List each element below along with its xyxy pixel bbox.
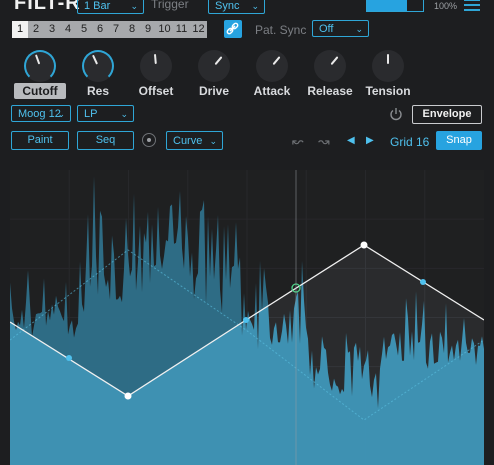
chevron-down-icon: ⌄ — [251, 1, 259, 11]
zoom-value: 100% — [434, 1, 458, 11]
chevron-down-icon: ⌄ — [130, 1, 138, 11]
knob-label: Tension — [365, 84, 411, 98]
filter-type-value: LP — [84, 108, 98, 120]
knob-res[interactable] — [82, 50, 114, 82]
length-value: 1 Bar — [84, 0, 111, 12]
curve-handle — [66, 355, 72, 361]
filter-model-value: Moog 12 — [18, 108, 61, 120]
envelope-button[interactable]: Envelope — [412, 105, 482, 124]
knob-indicator — [387, 54, 389, 64]
pattern-step[interactable]: 5 — [76, 21, 92, 38]
knob-indicator — [272, 56, 281, 66]
chevron-down-icon: ⌄ — [120, 109, 128, 119]
envelope-editor[interactable] — [10, 170, 484, 465]
pattern-step[interactable]: 8 — [124, 21, 140, 38]
chevron-down-icon: ⌄ — [57, 109, 65, 119]
knob-label: Cutoff — [14, 83, 66, 99]
knob-indicator — [153, 53, 157, 65]
pattern-step[interactable]: 2 — [28, 21, 44, 38]
envelope-graph — [10, 170, 484, 465]
knob-indicator — [214, 56, 223, 66]
length-select[interactable]: 1 Bar ⌄ — [77, 0, 144, 14]
pattern-step[interactable]: 9 — [140, 21, 156, 38]
chevron-down-icon: ⌄ — [209, 136, 217, 146]
knob-drive[interactable] — [198, 50, 230, 82]
zoom-slider[interactable] — [366, 0, 424, 12]
seq-button[interactable]: Seq — [77, 131, 134, 150]
curve-value: Curve — [173, 135, 203, 147]
knob-indicator — [92, 54, 99, 65]
pattern-step[interactable]: 11 — [173, 21, 190, 38]
pattern-selector: 1 2 3 4 5 6 7 8 9 10 11 12 — [12, 21, 207, 38]
paint-button[interactable]: Paint — [11, 131, 69, 150]
trigger-value: Sync — [215, 0, 240, 12]
menu-icon[interactable] — [464, 0, 480, 12]
curve-handle — [420, 279, 426, 285]
record-icon[interactable] — [142, 133, 156, 147]
pat-sync-label: Pat. Sync — [255, 23, 307, 37]
pattern-step[interactable]: 7 — [108, 21, 124, 38]
knob-indicator — [34, 54, 41, 65]
pat-sync-value: Off — [319, 23, 334, 35]
knob-release[interactable] — [314, 50, 346, 82]
filter-type-select[interactable]: LP ⌄ — [77, 105, 134, 122]
snap-button[interactable]: Snap — [436, 131, 482, 150]
knob-offset[interactable] — [140, 50, 172, 82]
power-icon[interactable] — [389, 107, 403, 121]
envelope-node — [124, 392, 132, 400]
undo-icon[interactable]: ↜ — [292, 133, 304, 150]
pattern-step[interactable]: 10 — [156, 21, 173, 38]
plugin-title: FILT-R — [14, 0, 81, 14]
shift-left-icon[interactable]: ◀ — [347, 135, 355, 146]
knob-cutoff[interactable] — [24, 50, 56, 82]
knob-tension[interactable] — [372, 50, 404, 82]
chevron-down-icon: ⌄ — [355, 24, 363, 34]
trigger-select[interactable]: Sync ⌄ — [208, 0, 265, 14]
shift-right-icon[interactable]: ▶ — [366, 135, 374, 146]
curve-select[interactable]: Curve ⌄ — [166, 131, 223, 150]
filter-model-select[interactable]: Moog 12 ⌄ — [11, 105, 71, 122]
pattern-step[interactable]: 12 — [190, 21, 207, 38]
link-icon[interactable] — [224, 20, 242, 38]
knob-indicator — [330, 56, 339, 66]
pattern-step[interactable]: 1 — [12, 21, 28, 38]
envelope-node — [360, 241, 368, 249]
knob-attack[interactable] — [256, 50, 288, 82]
grid-label[interactable]: Grid 16 — [390, 135, 429, 149]
trigger-label: Trigger — [151, 0, 189, 11]
pattern-step[interactable]: 3 — [44, 21, 60, 38]
redo-icon[interactable]: ↝ — [318, 133, 330, 150]
pattern-step[interactable]: 4 — [60, 21, 76, 38]
pattern-step[interactable]: 6 — [92, 21, 108, 38]
zoom-slider-fill — [367, 0, 407, 11]
pat-sync-select[interactable]: Off ⌄ — [312, 20, 369, 37]
curve-handle — [243, 317, 249, 323]
